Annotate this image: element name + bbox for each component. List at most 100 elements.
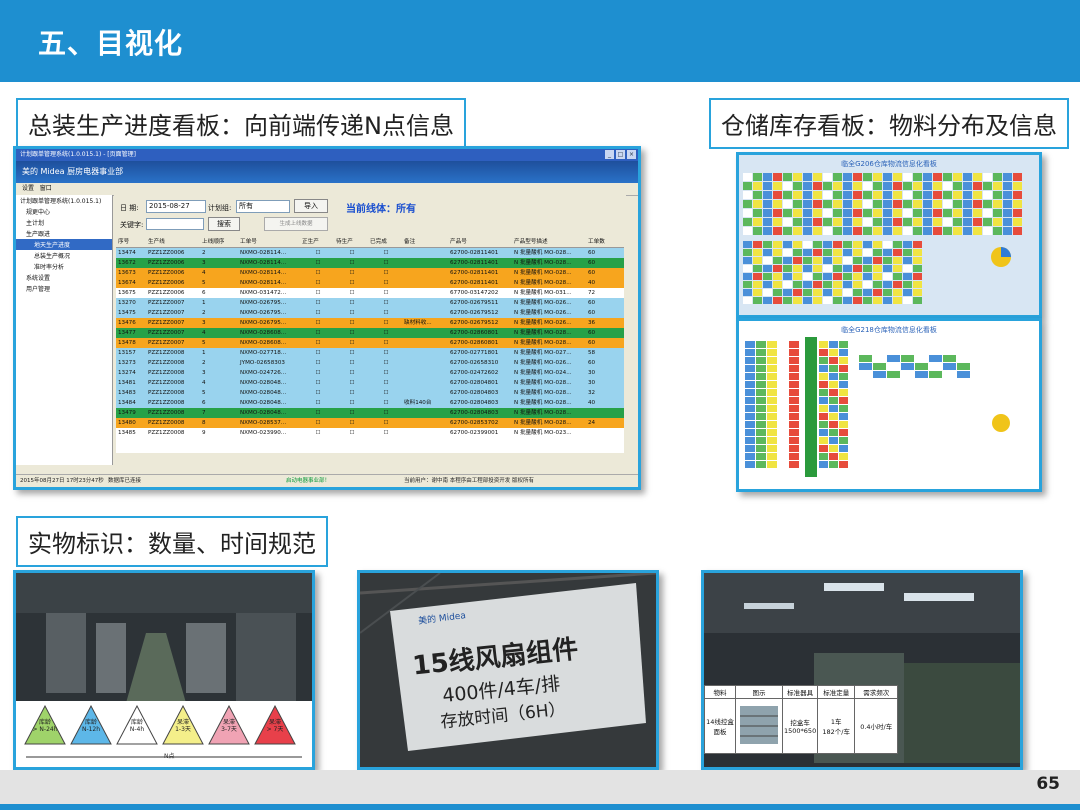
table-row[interactable]: 13674 PZZ1ZZ0006 5 NXMO-028114... ☐ ☐ ☐ 62700-0… [116,278,624,288]
status-checkbox[interactable]: ☐ [368,258,402,268]
status-checkbox[interactable]: ☐ [334,348,368,358]
status-checkbox[interactable]: ☐ [368,318,402,328]
status-checkbox[interactable]: ☐ [368,358,402,368]
close-icon[interactable]: × [627,150,636,159]
tree-item[interactable]: 生产跟进 [16,228,112,239]
table-row[interactable]: 13481 PZZ1ZZ0008 4 NXMO-028048... ☐ ☐ ☐ 62700-0… [116,378,624,388]
column-header[interactable]: 备注 [402,237,448,247]
table-row[interactable]: 13270 PZZ1ZZ0007 1 NXMO-026795... ☐ ☐ ☐ 62700-0… [116,298,624,308]
generate-button[interactable]: 生成上线数据 [264,217,328,231]
column-header[interactable]: 正生产 [300,237,334,247]
status-checkbox[interactable]: ☐ [300,418,334,428]
search-button[interactable]: 搜索 [208,217,240,231]
table-row[interactable]: 13476 PZZ1ZZ0007 3 NXMO-026795... ☐ ☐ ☐ 缺材料收...… [116,318,624,328]
maximize-icon[interactable]: □ [616,150,625,159]
column-header[interactable]: 待生产 [334,237,368,247]
tree-item[interactable]: 总装生产概况 [16,250,112,261]
status-checkbox[interactable]: ☐ [368,268,402,278]
status-checkbox[interactable]: ☐ [300,338,334,348]
status-checkbox[interactable]: ☐ [334,248,368,258]
status-checkbox[interactable]: ☐ [368,428,402,438]
tree-item[interactable]: 系统设置 [16,272,112,283]
status-checkbox[interactable]: ☐ [300,298,334,308]
status-checkbox[interactable]: ☐ [368,338,402,348]
date-picker[interactable]: 2015-08-27 [146,200,206,213]
column-header[interactable]: 上线顺序 [200,237,238,247]
import-button[interactable]: 导入 [294,199,328,213]
table-row[interactable]: 13273 PZZ1ZZ0008 2 JYMO-02658303 ☐ ☐ ☐ 62700-02… [116,358,624,368]
status-checkbox[interactable]: ☐ [334,398,368,408]
status-checkbox[interactable]: ☐ [368,378,402,388]
column-header[interactable]: 生产线 [146,237,200,247]
table-row[interactable]: 13672 PZZ1ZZ0006 3 NXMO-028114... ☐ ☐ ☐ 62700-0… [116,258,624,268]
table-row[interactable]: 13485 PZZ1ZZ0008 9 NXMO-023990... ☐ ☐ ☐ 62700-0… [116,428,624,438]
status-checkbox[interactable]: ☐ [300,288,334,298]
status-checkbox[interactable]: ☐ [368,288,402,298]
minimize-icon[interactable]: _ [605,150,614,159]
table-row[interactable]: 13477 PZZ1ZZ0007 4 NXMO-028608... ☐ ☐ ☐ 62700-0… [116,328,624,338]
status-checkbox[interactable]: ☐ [368,308,402,318]
status-checkbox[interactable]: ☐ [300,258,334,268]
tree-item-selected[interactable]: 地天生产进度 [16,239,112,250]
column-header[interactable]: 工单数 [586,237,614,247]
status-checkbox[interactable]: ☐ [300,368,334,378]
status-checkbox[interactable]: ☐ [334,268,368,278]
table-row[interactable]: 13274 PZZ1ZZ0008 3 NXMO-024726... ☐ ☐ ☐ 62700-0… [116,368,624,378]
status-checkbox[interactable]: ☐ [368,388,402,398]
status-checkbox[interactable]: ☐ [300,428,334,438]
table-row[interactable]: 13673 PZZ1ZZ0006 4 NXMO-028114... ☐ ☐ ☐ 62700-0… [116,268,624,278]
status-checkbox[interactable]: ☐ [334,368,368,378]
status-checkbox[interactable]: ☐ [368,408,402,418]
status-checkbox[interactable]: ☐ [334,258,368,268]
table-row[interactable]: 13484 PZZ1ZZ0008 6 NXMO-028048... ☐ ☐ ☐ 收料140台 6… [116,398,624,408]
status-checkbox[interactable]: ☐ [368,418,402,428]
keyword-input[interactable] [146,218,204,230]
status-checkbox[interactable]: ☐ [368,328,402,338]
status-checkbox[interactable]: ☐ [334,408,368,418]
status-checkbox[interactable]: ☐ [368,398,402,408]
table-row[interactable]: 13675 PZZ1ZZ0006 6 NXMO-031472... ☐ ☐ ☐ 67700-0… [116,288,624,298]
status-checkbox[interactable]: ☐ [300,398,334,408]
column-header[interactable]: 序号 [116,237,146,247]
table-row[interactable]: 13157 PZZ1ZZ0008 1 NXMO-027718... ☐ ☐ ☐ 62700-0… [116,348,624,358]
tree-root[interactable]: 计划跟单管理系统(1.0.015.1) [16,195,112,206]
status-checkbox[interactable]: ☐ [368,348,402,358]
status-checkbox[interactable]: ☐ [334,388,368,398]
status-checkbox[interactable]: ☐ [300,318,334,328]
status-checkbox[interactable]: ☐ [300,378,334,388]
table-row[interactable]: 13480 PZZ1ZZ0008 8 NXMO-028537... ☐ ☐ ☐ 62700-0… [116,418,624,428]
status-checkbox[interactable]: ☐ [368,298,402,308]
status-checkbox[interactable]: ☐ [334,278,368,288]
status-checkbox[interactable]: ☐ [334,328,368,338]
status-checkbox[interactable]: ☐ [334,298,368,308]
status-checkbox[interactable]: ☐ [300,278,334,288]
column-header[interactable]: 产品型号描述 [512,237,586,247]
status-checkbox[interactable]: ☐ [300,328,334,338]
status-checkbox[interactable]: ☐ [300,408,334,418]
status-checkbox[interactable]: ☐ [300,358,334,368]
column-header[interactable]: 产品号 [448,237,512,247]
table-row[interactable]: 13474 PZZ1ZZ0006 2 NXMO-028114... ☐ ☐ ☐ 62700-0… [116,248,624,258]
status-checkbox[interactable]: ☐ [334,418,368,428]
table-row[interactable]: 13483 PZZ1ZZ0008 5 NXMO-028048... ☐ ☐ ☐ 62700-0… [116,388,624,398]
column-header[interactable]: 工单号 [238,237,300,247]
tree-item[interactable]: 规更中心 [16,206,112,217]
table-row[interactable]: 13475 PZZ1ZZ0007 2 NXMO-026795... ☐ ☐ ☐ 62700-0… [116,308,624,318]
status-checkbox[interactable]: ☐ [368,368,402,378]
menu-settings[interactable]: 设置 [22,185,34,192]
status-checkbox[interactable]: ☐ [334,288,368,298]
status-checkbox[interactable]: ☐ [334,308,368,318]
status-checkbox[interactable]: ☐ [300,388,334,398]
status-checkbox[interactable]: ☐ [300,308,334,318]
status-checkbox[interactable]: ☐ [368,248,402,258]
table-row[interactable]: 13479 PZZ1ZZ0008 7 NXMO-028048... ☐ ☐ ☐ 62700-0… [116,408,624,418]
plan-group-select[interactable]: 所有 [236,200,290,213]
tree-item[interactable]: 用户管理 [16,283,112,294]
tree-item[interactable]: 主计划 [16,217,112,228]
column-header[interactable]: 已完成 [368,237,402,247]
status-checkbox[interactable]: ☐ [334,428,368,438]
status-checkbox[interactable]: ☐ [334,358,368,368]
status-checkbox[interactable]: ☐ [334,318,368,328]
status-checkbox[interactable]: ☐ [300,268,334,278]
status-checkbox[interactable]: ☐ [334,378,368,388]
